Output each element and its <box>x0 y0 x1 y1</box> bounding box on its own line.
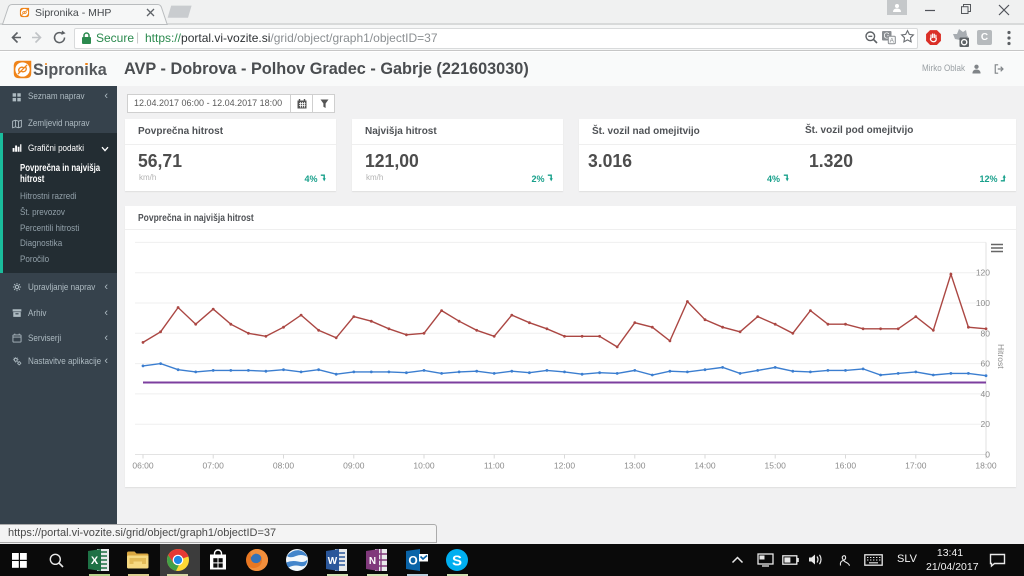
svg-text:12:00: 12:00 <box>554 461 576 471</box>
svg-text:W: W <box>328 556 338 567</box>
svg-text:Hitrost: Hitrost <box>996 344 1006 369</box>
svg-text:S: S <box>452 553 462 570</box>
svg-text:60: 60 <box>981 359 991 369</box>
svg-text:07:00: 07:00 <box>203 461 225 471</box>
svg-text:0: 0 <box>985 450 990 460</box>
svg-text:120: 120 <box>976 268 990 278</box>
svg-text:X: X <box>91 555 99 567</box>
svg-text:11:00: 11:00 <box>484 461 505 471</box>
svg-text:08:00: 08:00 <box>273 461 295 471</box>
svg-text:15:00: 15:00 <box>765 461 787 471</box>
svg-text:13:00: 13:00 <box>624 461 646 471</box>
svg-text:16:00: 16:00 <box>835 461 857 471</box>
svg-text:18:00: 18:00 <box>975 461 997 471</box>
svg-text:100: 100 <box>976 298 990 308</box>
svg-text:17:00: 17:00 <box>905 461 927 471</box>
svg-text:A: A <box>890 38 895 45</box>
svg-text:N: N <box>369 556 376 567</box>
svg-text:O: O <box>408 554 417 568</box>
svg-text:09:00: 09:00 <box>343 461 365 471</box>
svg-text:06:00: 06:00 <box>132 461 154 471</box>
svg-text:40: 40 <box>981 389 991 399</box>
svg-text:10:00: 10:00 <box>413 461 435 471</box>
svg-text:14:00: 14:00 <box>694 461 716 471</box>
svg-text:20: 20 <box>981 419 991 429</box>
